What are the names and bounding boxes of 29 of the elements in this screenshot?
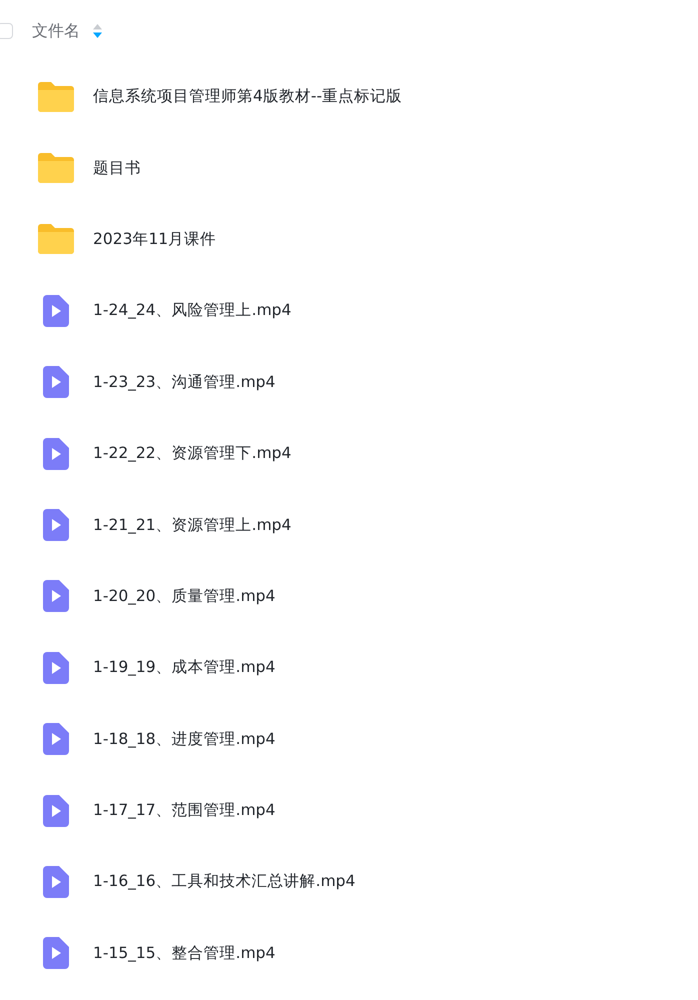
file-name[interactable]: 1-18_18、进度管理.mp4 bbox=[93, 728, 276, 750]
video-file-icon bbox=[43, 866, 69, 898]
file-name[interactable]: 2023年11月课件 bbox=[93, 228, 216, 250]
checkbox[interactable] bbox=[0, 23, 13, 39]
file-name[interactable]: 1-22_22、资源管理下.mp4 bbox=[93, 443, 292, 464]
folder-icon bbox=[38, 224, 74, 254]
video-file-icon bbox=[43, 438, 69, 470]
file-name[interactable]: 1-21_21、资源管理上.mp4 bbox=[93, 514, 292, 536]
sort-icon[interactable] bbox=[93, 24, 102, 38]
video-file-icon bbox=[43, 794, 69, 827]
video-file-icon bbox=[43, 366, 69, 398]
video-file-icon bbox=[43, 294, 69, 327]
video-file-icon bbox=[43, 937, 69, 970]
file-name[interactable]: 1-23_23、沟通管理.mp4 bbox=[93, 372, 276, 393]
video-file-icon bbox=[43, 509, 69, 542]
folder-icon bbox=[38, 82, 74, 112]
folder-icon bbox=[38, 153, 74, 184]
file-name[interactable]: 信息系统项目管理师第4版教材--重点标记版 bbox=[93, 86, 402, 108]
video-file-icon bbox=[43, 652, 69, 684]
file-name[interactable]: 1-24_24、风险管理上.mp4 bbox=[93, 300, 292, 322]
file-name[interactable]: 1-16_16、工具和技术汇总讲解.mp4 bbox=[93, 871, 356, 892]
column-header: 文件名 bbox=[32, 20, 80, 42]
file-name[interactable]: 1-15_15、整合管理.mp4 bbox=[93, 942, 276, 964]
file-name[interactable]: 1-17_17、范围管理.mp4 bbox=[93, 800, 276, 822]
file-name[interactable]: 题目书 bbox=[93, 158, 141, 179]
video-file-icon bbox=[43, 580, 69, 612]
file-name[interactable]: 1-20_20、质量管理.mp4 bbox=[93, 586, 276, 607]
video-file-icon bbox=[43, 723, 69, 756]
file-name[interactable]: 1-19_19、成本管理.mp4 bbox=[93, 657, 276, 678]
